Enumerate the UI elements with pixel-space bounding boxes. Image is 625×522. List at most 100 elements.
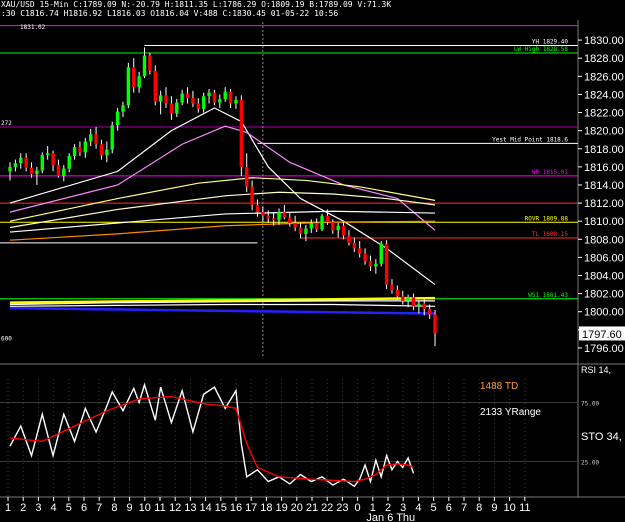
- candle-body: [325, 215, 330, 223]
- level-label-5: WP 1815.01: [532, 169, 569, 176]
- level-label-4: Yest Mid Point 1818.6: [492, 136, 568, 143]
- candle-body: [368, 261, 373, 267]
- x-tick-label: 7: [96, 502, 102, 514]
- candle-body: [277, 212, 281, 221]
- candle-body: [201, 96, 206, 109]
- candle-body: [13, 163, 18, 167]
- x-tick-label: 5: [431, 502, 437, 514]
- candle-body: [72, 146, 77, 156]
- candle-body: [411, 297, 416, 307]
- x-tick-label: 13: [184, 502, 196, 514]
- candle-body: [105, 149, 109, 156]
- candle-body: [288, 217, 292, 223]
- level-label-2: LW High 1828.58: [514, 46, 569, 53]
- candle-body: [94, 134, 98, 145]
- x-tick-label: 19: [275, 502, 287, 514]
- y-tick-label: 1812.00: [584, 198, 624, 210]
- candle-body: [228, 91, 233, 104]
- candle-body: [185, 93, 190, 99]
- x-tick-label: 9: [127, 502, 133, 514]
- chart-info-bar: XAU/USD 15-Min C:1789.09 N:-20.79 H:1811…: [0, 0, 625, 20]
- candle-body: [395, 290, 400, 297]
- sto-ref-label-1: 75.00: [581, 401, 599, 408]
- candle-body: [347, 235, 351, 243]
- candle-body: [417, 303, 421, 307]
- candle-body: [320, 215, 324, 230]
- candle-body: [293, 223, 297, 228]
- y-tick-label: 1814.00: [584, 180, 624, 192]
- x-tick-label: 7: [461, 502, 467, 514]
- candle-body: [83, 141, 88, 153]
- candle-body: [239, 99, 244, 167]
- candle-body: [51, 153, 55, 166]
- date-label: Jan 6 Thu: [366, 512, 415, 522]
- x-tick-label: 1: [5, 502, 11, 514]
- x-tick-label: 8: [476, 502, 482, 514]
- candle-body: [271, 218, 276, 221]
- candle-body: [309, 223, 313, 229]
- candle-body: [218, 98, 222, 103]
- candle-body: [374, 263, 378, 267]
- candle-body: [245, 166, 249, 187]
- candle-body: [384, 243, 389, 285]
- candle-body: [110, 125, 114, 150]
- candle-body: [401, 296, 405, 301]
- candle-body: [234, 99, 238, 104]
- candle-body: [99, 144, 104, 156]
- x-tick-label: 4: [51, 502, 57, 514]
- y-tick-label: 1818.00: [584, 144, 624, 156]
- x-tick-label: 22: [321, 502, 333, 514]
- x-tick-label: 6: [446, 502, 452, 514]
- candle-body: [126, 67, 131, 106]
- td-annotation: 1488 TD: [480, 381, 518, 392]
- y-tick-label: 1824.00: [584, 89, 624, 101]
- x-tick-label: 11: [154, 502, 165, 514]
- candle-body: [433, 314, 437, 334]
- y-tick-label: 1816.00: [584, 162, 624, 174]
- candle-body: [250, 186, 254, 205]
- candle-body: [180, 93, 184, 103]
- y-tick-label: 1830.00: [584, 35, 624, 47]
- candle-body: [132, 67, 136, 88]
- x-tick-label: 15: [215, 502, 227, 514]
- x-tick-label: 0: [355, 502, 361, 514]
- level-label-8: TL 1808.15: [532, 231, 569, 238]
- candle-body: [304, 228, 308, 234]
- x-tick-label: 9: [491, 502, 497, 514]
- candle-body: [29, 167, 34, 175]
- candle-body: [207, 92, 211, 97]
- sto-label: STO 34,: [581, 431, 622, 443]
- candle-body: [8, 166, 12, 172]
- candle-body: [164, 95, 168, 104]
- x-tick-label: 23: [336, 502, 348, 514]
- x-tick-label: 10: [503, 502, 515, 514]
- x-tick-label: 12: [169, 502, 181, 514]
- y-tick-label: 1808.00: [584, 234, 624, 246]
- candle-body: [158, 95, 163, 102]
- y-tick-label: 1802.00: [584, 289, 624, 301]
- forex-chart: YH 1829.40LW High 1828.58 Yest Mid Point …: [0, 0, 625, 522]
- x-tick-label: 10: [139, 502, 151, 514]
- x-tick-label: 2: [20, 502, 26, 514]
- candle-body: [67, 156, 71, 169]
- candle-body: [341, 225, 346, 236]
- y-tick-label: 1820.00: [584, 126, 624, 138]
- level-label-1: YH 1829.40: [532, 39, 569, 46]
- x-tick-label: 20: [291, 502, 303, 514]
- candle-body: [121, 105, 125, 112]
- candle-body: [35, 170, 39, 175]
- candle-body: [314, 223, 319, 230]
- left-label-0: 1831.02: [20, 24, 46, 31]
- candle-body: [331, 222, 335, 231]
- candle-body: [137, 76, 141, 88]
- x-tick-label: 11: [519, 502, 530, 514]
- candle-body: [363, 253, 367, 262]
- level-label-10: WS1 1801.43: [528, 292, 568, 299]
- y-tick-label: 1828.00: [584, 53, 624, 65]
- info-line-1: XAU/USD 15-Min C:1789.09 N:-20.79 H:1811…: [1, 0, 392, 9]
- candle-body: [62, 168, 66, 176]
- candle-body: [89, 134, 93, 142]
- candle-body: [153, 70, 157, 102]
- rsi-label: RSI 14,: [581, 365, 611, 375]
- candle-body: [191, 98, 195, 104]
